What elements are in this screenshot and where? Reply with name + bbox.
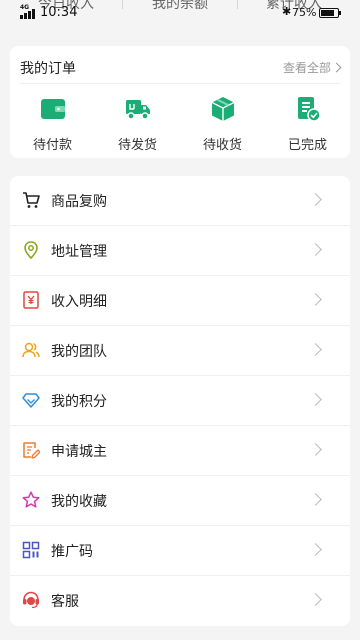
order-item-label: 待收货: [202, 138, 242, 153]
menu-item-address[interactable]: 地址管理: [10, 226, 350, 276]
battery-percent: 75%: [292, 6, 317, 19]
signal-icon: [20, 9, 35, 19]
order-item-label: 已完成: [287, 138, 327, 153]
menu-item-label: 我的收藏: [51, 494, 107, 510]
diamond-icon: [22, 393, 40, 408]
order-pending-payment[interactable]: 待付款: [10, 96, 95, 153]
menu-item-label: 地址管理: [51, 244, 107, 260]
receipt-yen-icon: [23, 291, 39, 309]
box-icon: [211, 97, 234, 121]
orders-title: 我的订单: [20, 61, 76, 77]
truck-icon: [125, 100, 150, 120]
menu-item-income-details[interactable]: 收入明细: [10, 276, 350, 326]
menu-item-label: 客服: [51, 594, 79, 610]
menu-item-label: 收入明细: [51, 294, 107, 310]
view-all-label: 查看全部: [282, 61, 331, 75]
battery-icon: [319, 8, 341, 18]
menu-item-label: 我的积分: [51, 394, 107, 410]
customer-service-icon: [23, 591, 39, 609]
menu-item-my-points[interactable]: 我的积分: [10, 376, 350, 426]
chevron-right-icon: [331, 62, 342, 73]
top-area: 今日收入 我的余额 累计收入 4G 10:34 ✱ 75%: [0, 0, 360, 30]
order-pending-receipt[interactable]: 待收货: [180, 96, 265, 153]
menu-item-repurchase[interactable]: 商品复购: [10, 176, 350, 226]
cart-icon: [23, 192, 40, 208]
menu-item-label: 商品复购: [51, 194, 107, 210]
menu-item-label: 我的团队: [51, 344, 107, 360]
location-pin-icon: [24, 241, 38, 259]
star-icon: [22, 491, 40, 508]
menu-item-promo-code[interactable]: 推广码: [10, 526, 350, 576]
chevron-right-icon: [309, 243, 322, 256]
chevron-right-icon: [309, 393, 322, 406]
menu-list: 商品复购 地址管理 收入明细 我的团队 我的积分 申请城主 我的收藏 推广码 客…: [10, 176, 350, 626]
status-bar: 4G 10:34 ✱ 75%: [0, 0, 360, 24]
chevron-right-icon: [309, 543, 322, 556]
orders-header: 我的订单 查看全部: [20, 46, 342, 84]
chevron-right-icon: [309, 193, 322, 206]
edit-document-icon: [23, 442, 40, 459]
wallet-icon: [40, 99, 65, 119]
chevron-right-icon: [309, 293, 322, 306]
order-item-label: 待发货: [117, 138, 157, 153]
chevron-right-icon: [309, 343, 322, 356]
clipboard-check-icon: [297, 97, 321, 122]
menu-item-my-favorites[interactable]: 我的收藏: [10, 476, 350, 526]
team-icon: [22, 342, 40, 358]
qr-code-icon: [22, 541, 40, 559]
orders-card: 我的订单 查看全部 待付款 待发货 待收货 已完成: [10, 46, 350, 158]
order-item-label: 待付款: [32, 138, 72, 153]
order-completed[interactable]: 已完成: [265, 96, 350, 153]
view-all-link[interactable]: 查看全部: [282, 59, 342, 76]
status-time: 10:34: [40, 5, 78, 20]
menu-item-customer-service[interactable]: 客服: [10, 576, 350, 626]
chevron-right-icon: [309, 493, 322, 506]
menu-item-label: 推广码: [51, 544, 93, 560]
menu-item-apply-city-owner[interactable]: 申请城主: [10, 426, 350, 476]
order-pending-shipment[interactable]: 待发货: [95, 96, 180, 153]
bluetooth-icon: ✱: [282, 5, 292, 18]
chevron-right-icon: [309, 593, 322, 606]
chevron-right-icon: [309, 443, 322, 456]
menu-item-my-team[interactable]: 我的团队: [10, 326, 350, 376]
menu-item-label: 申请城主: [51, 444, 107, 460]
